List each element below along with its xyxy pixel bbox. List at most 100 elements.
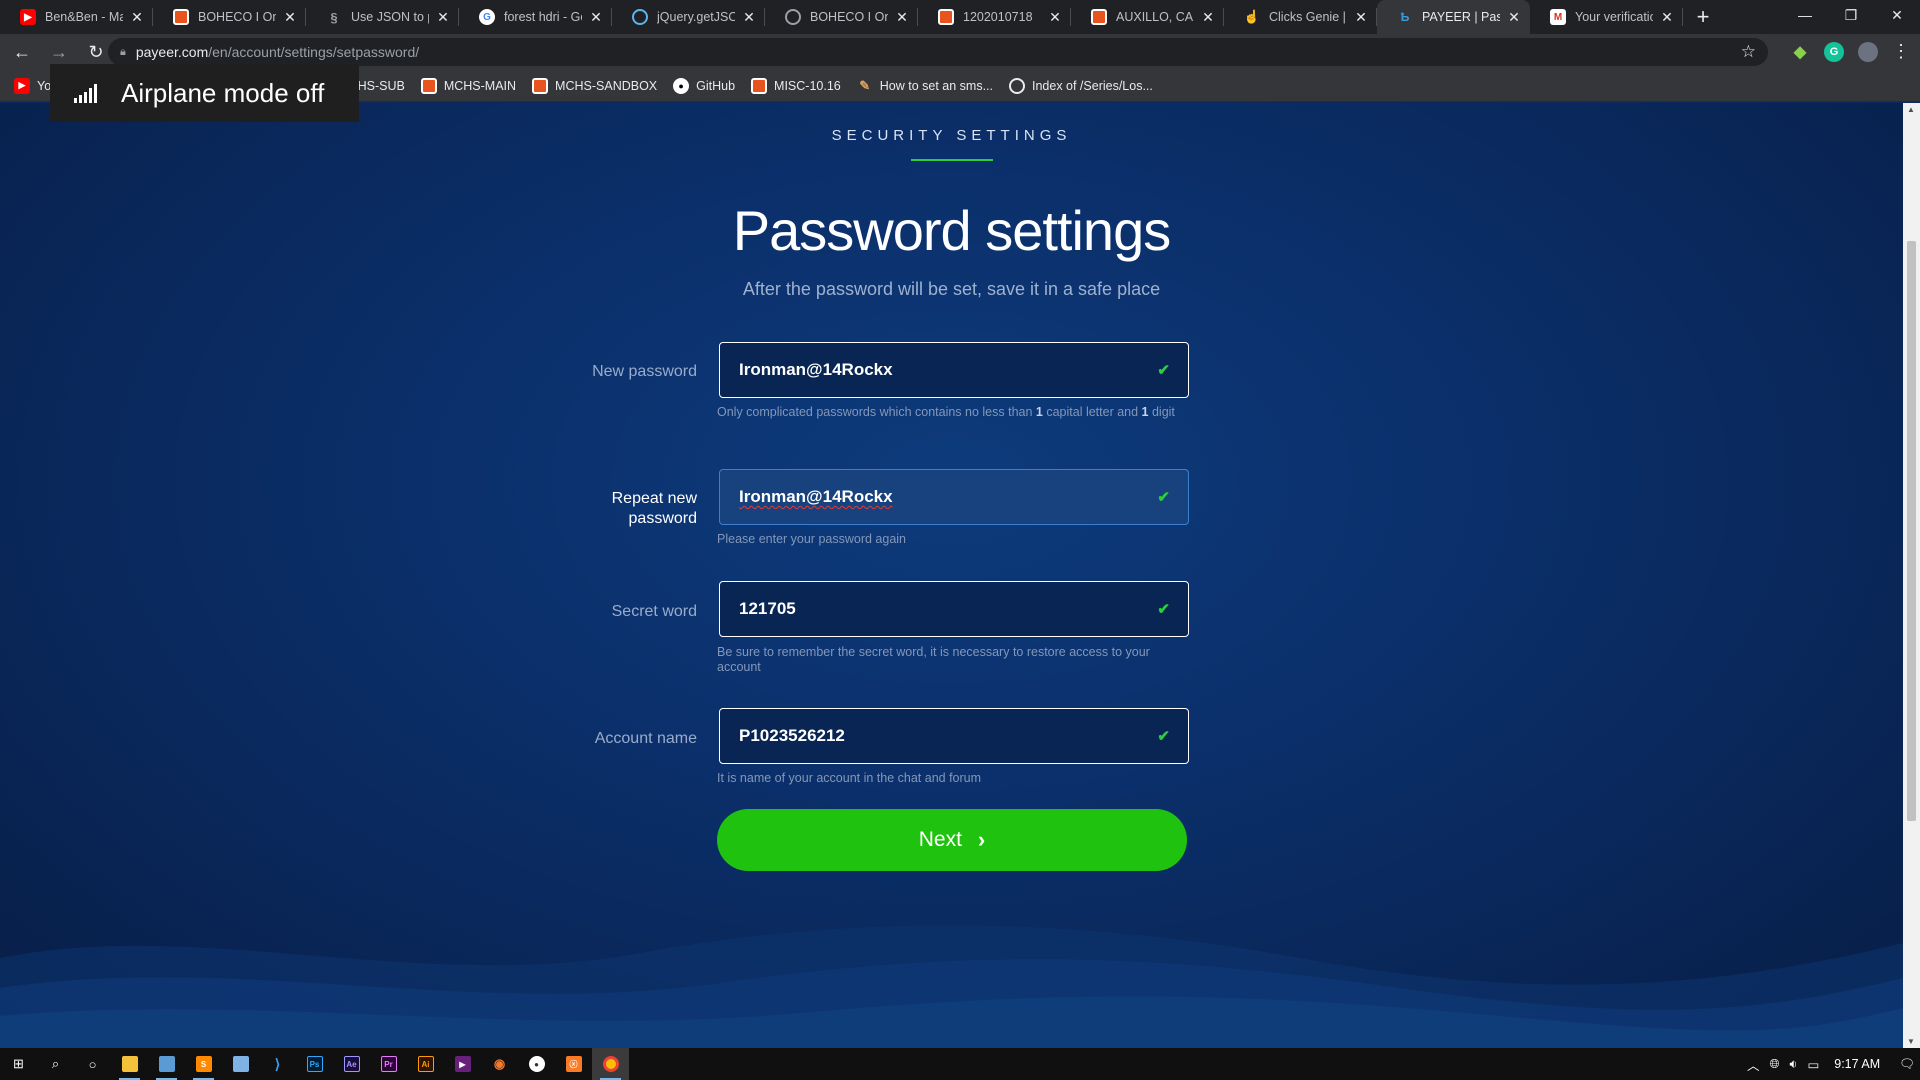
- tab-title: Use JSON to pas: [351, 10, 429, 24]
- back-arrow-icon[interactable]: ←: [7, 37, 37, 67]
- page-scrollbar[interactable]: ▲ ▼: [1903, 103, 1920, 1048]
- boheco-icon: [1091, 9, 1107, 25]
- url-path: /en/account/settings/setpassword/: [208, 44, 420, 60]
- bookmark-mchs-sandbox[interactable]: MCHS-SANDBOX: [532, 77, 657, 94]
- blender-icon[interactable]: ◉: [481, 1048, 518, 1080]
- bookmark-mchs-main[interactable]: MCHS-MAIN: [420, 77, 516, 94]
- restore-icon[interactable]: ❐: [1828, 0, 1874, 30]
- notification-icon[interactable]: 🗨︎: [1899, 1057, 1915, 1072]
- task-manager-icon[interactable]: [148, 1048, 185, 1080]
- grammarly-icon[interactable]: G: [1824, 41, 1844, 62]
- chrome-icon[interactable]: [592, 1048, 629, 1080]
- browser-tab[interactable]: ▶ Ben&Ben - Masy ✕: [0, 0, 153, 34]
- visual-studio-icon[interactable]: ▶: [444, 1048, 481, 1080]
- close-tab-icon[interactable]: ✕: [282, 9, 298, 26]
- account-name-field[interactable]: P1023526212 ✔: [719, 708, 1189, 764]
- repeat-password-label: Repeat new password: [497, 489, 697, 529]
- repeat-password-field[interactable]: Ironman@14Rockx ✔: [719, 469, 1189, 525]
- cortana-icon[interactable]: ○: [74, 1048, 111, 1080]
- after-effects-icon[interactable]: Ae: [333, 1048, 370, 1080]
- close-tab-icon[interactable]: ✕: [894, 9, 910, 26]
- battery-icon[interactable]: ▭: [1807, 1057, 1819, 1072]
- close-tab-icon[interactable]: ✕: [1047, 9, 1063, 26]
- file-explorer-icon[interactable]: [111, 1048, 148, 1080]
- browser-tab[interactable]: Gforest hdri - Goo ✕: [459, 0, 612, 34]
- browser-tab[interactable]: jQuery.getJSON(✕: [612, 0, 765, 34]
- new-password-field[interactable]: Ironman@14Rockx ✔: [719, 342, 1189, 398]
- scrollbar-thumb[interactable]: [1907, 241, 1916, 821]
- bookmark-sms[interactable]: ✎ How to set an sms...: [857, 78, 993, 94]
- scroll-down-icon[interactable]: ▼: [1907, 1037, 1915, 1046]
- browser-tab-active[interactable]: Ҍ PAYEER | Passwo ✕: [1377, 0, 1530, 34]
- bookmark-index[interactable]: Index of /Series/Los...: [1008, 77, 1153, 94]
- kicker-underline: [911, 159, 993, 161]
- bookmark-github[interactable]: ● GitHub: [673, 77, 735, 94]
- browser-tab[interactable]: § Use JSON to pas ✕: [306, 0, 459, 34]
- boheco-icon: [532, 77, 549, 94]
- tab-title: BOHECO I Onlin: [198, 10, 276, 24]
- vscode-icon[interactable]: ⟩: [259, 1048, 296, 1080]
- boheco-icon: [173, 9, 189, 25]
- bookmark-star-icon[interactable]: ☆: [1741, 42, 1756, 62]
- close-tab-icon[interactable]: ✕: [435, 9, 451, 26]
- account-name-value: P1023526212: [739, 726, 845, 745]
- close-tab-icon[interactable]: ✕: [1200, 9, 1216, 26]
- search-icon[interactable]: ⌕: [37, 1048, 74, 1080]
- secret-word-hint: Be sure to remember the secret word, it …: [717, 645, 1150, 674]
- extension-icon[interactable]: ◆: [1790, 42, 1810, 62]
- browser-tab[interactable]: 1202010718 ✕: [918, 0, 1071, 34]
- reload-icon[interactable]: ↻: [81, 37, 111, 67]
- profile-avatar[interactable]: [1858, 41, 1878, 62]
- photoshop-icon[interactable]: Ps: [296, 1048, 333, 1080]
- clock[interactable]: 9:17 AM: [1834, 1057, 1880, 1071]
- close-tab-icon[interactable]: ✕: [129, 9, 145, 26]
- scroll-up-icon[interactable]: ▲: [1907, 105, 1915, 114]
- browser-tab[interactable]: M Your verification ✕: [1530, 0, 1683, 34]
- address-bar[interactable]: 🔒︎ payeer.com/en/account/settings/setpas…: [108, 38, 1768, 66]
- secret-word-label: Secret word: [611, 603, 697, 620]
- new-password-label: New password: [592, 363, 697, 380]
- tray-chevron-icon[interactable]: ︿: [1747, 1055, 1760, 1074]
- google-icon: G: [479, 9, 495, 25]
- premiere-icon[interactable]: Pr: [370, 1048, 407, 1080]
- check-icon: ✔: [1157, 728, 1170, 745]
- box-app-icon[interactable]: [222, 1048, 259, 1080]
- bookmark-youtube[interactable]: ▶ Yo: [14, 77, 51, 94]
- minimize-icon[interactable]: —: [1782, 0, 1828, 30]
- bookmark-misc[interactable]: MISC-10.16: [751, 77, 841, 94]
- next-button[interactable]: Next ›: [717, 809, 1187, 871]
- check-icon: ✔: [1157, 601, 1170, 618]
- obs-icon[interactable]: ●: [518, 1048, 555, 1080]
- lock-icon[interactable]: 🔒︎: [120, 46, 126, 59]
- payeer-icon: Ҍ: [1400, 10, 1410, 24]
- browser-tab[interactable]: AUXILLO, CALIX ✕: [1071, 0, 1224, 34]
- hint-bold: 1: [1035, 405, 1043, 419]
- secret-word-value: 121705: [739, 599, 796, 618]
- close-tab-icon[interactable]: ✕: [1506, 9, 1522, 26]
- check-icon: ✔: [1157, 362, 1170, 379]
- illustrator-icon[interactable]: Ai: [407, 1048, 444, 1080]
- browser-tab[interactable]: ☝ Clicks Genie | Ge ✕: [1224, 0, 1377, 34]
- windows-start-icon[interactable]: ⊞: [0, 1048, 37, 1080]
- close-tab-icon[interactable]: ✕: [741, 9, 757, 26]
- label-line: password: [628, 510, 697, 527]
- secret-word-field[interactable]: 121705 ✔: [719, 581, 1189, 637]
- network-globe-icon[interactable]: 🌐︎: [1770, 1057, 1780, 1072]
- xampp-icon[interactable]: ⓧ: [555, 1048, 592, 1080]
- new-tab-button[interactable]: +: [1683, 0, 1723, 34]
- forward-arrow-icon[interactable]: →: [44, 37, 74, 67]
- close-tab-icon[interactable]: ✕: [588, 9, 604, 26]
- close-tab-icon[interactable]: ✕: [1353, 9, 1369, 26]
- github-icon: ●: [673, 77, 690, 94]
- tab-strip: ▶ Ben&Ben - Masy ✕ BOHECO I Onlin ✕ § Use JS…: [0, 0, 1920, 34]
- volume-icon[interactable]: 🔉︎: [1790, 1057, 1798, 1072]
- tab-title: 1202010718: [963, 10, 1033, 24]
- tab-title: BOHECO I Onlin: [810, 10, 888, 24]
- boheco-icon: [420, 77, 437, 94]
- close-window-icon[interactable]: ✕: [1874, 0, 1920, 30]
- sublime-icon[interactable]: S: [185, 1048, 222, 1080]
- browser-tab[interactable]: BOHECO I Onlin ✕: [765, 0, 918, 34]
- close-tab-icon[interactable]: ✕: [1659, 9, 1675, 26]
- browser-menu-icon[interactable]: ⋮: [1892, 41, 1910, 62]
- browser-tab[interactable]: BOHECO I Onlin ✕: [153, 0, 306, 34]
